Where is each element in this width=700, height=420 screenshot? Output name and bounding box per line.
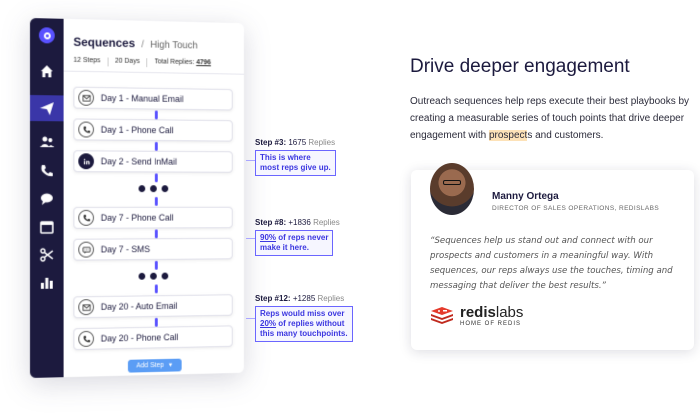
testimonial-title: DIRECTOR OF SALES OPERATIONS, REDISLABS [492, 205, 660, 212]
step-card[interactable]: Day 7 - SMS [73, 237, 233, 261]
callout-step-3: Step #3: 1675 Replies This is where most… [255, 138, 336, 176]
scissors-icon[interactable] [30, 242, 64, 268]
step-card[interactable]: Day 20 - Auto Email [73, 294, 233, 319]
sms-icon [78, 241, 94, 258]
step-connector [154, 173, 158, 183]
add-step-button[interactable]: Add Step ▼ [127, 358, 182, 373]
redislabs-logo: redislabs HOME OF REDIS [430, 305, 523, 327]
days-count: 20 Days [114, 57, 140, 66]
step-card[interactable]: Day 2 - Send InMail [73, 150, 233, 173]
sequence-panel: Sequences / High Touch 12 Steps 20 Days … [63, 18, 244, 378]
phone-icon [78, 330, 94, 348]
calendar-icon[interactable] [30, 214, 64, 240]
callout-message: Reps would miss over 20% of replies with… [255, 306, 353, 342]
phone-icon [78, 209, 94, 226]
home-icon[interactable] [30, 58, 64, 85]
send-icon[interactable] [30, 95, 64, 122]
step-connector [154, 197, 158, 206]
avatar [430, 163, 474, 215]
step-connector [154, 317, 158, 327]
step-label: Day 1 - Phone Call [100, 124, 174, 136]
step-card[interactable]: Day 20 - Phone Call [73, 325, 233, 351]
sidebar-rail [30, 18, 64, 378]
redis-cube-icon [431, 307, 453, 324]
callout-step-12: Step #12: +1285 Replies Reps would miss … [255, 294, 353, 342]
testimonial-name: Manny Ortega [492, 191, 559, 202]
callout-heading: Step #3: 1675 Replies [255, 138, 336, 147]
chat-icon[interactable] [30, 186, 64, 212]
step-card[interactable]: Day 1 - Phone Call [73, 118, 233, 142]
total-replies: Total Replies: 4796 [154, 58, 211, 67]
step-label: Day 20 - Auto Email [100, 300, 178, 312]
step-label: Day 7 - SMS [100, 244, 151, 255]
callout-heading: Step #8: +1836 Replies [255, 218, 340, 227]
step-connector [154, 229, 158, 239]
highlighted-word: prospect [488, 130, 528, 141]
callout-message: This is where most reps give up. [255, 150, 336, 176]
more-steps-ellipsis[interactable] [138, 272, 169, 280]
callout-step-8: Step #8: +1836 Replies 90% of reps never… [255, 218, 340, 256]
phone-icon[interactable] [30, 158, 64, 184]
step-card[interactable]: Day 1 - Manual Email [73, 86, 233, 111]
step-connector [154, 110, 158, 120]
step-label: Day 1 - Manual Email [100, 93, 184, 105]
breadcrumb: Sequences / High Touch [73, 34, 198, 52]
step-label: Day 2 - Send InMail [100, 156, 177, 167]
step-card[interactable]: Day 7 - Phone Call [73, 206, 233, 229]
email-icon [78, 89, 94, 106]
step-connector [154, 141, 158, 151]
email-icon [78, 299, 94, 316]
section-description: Outreach sequences help reps execute the… [410, 96, 690, 141]
step-connector [154, 260, 158, 270]
outreach-logo-icon [38, 27, 55, 44]
phone-icon [78, 121, 94, 138]
step-connector [154, 284, 158, 294]
bar-chart-icon[interactable] [30, 270, 64, 296]
step-label: Day 20 - Phone Call [100, 332, 179, 344]
divider [63, 70, 244, 75]
steps-count: 12 Steps [73, 56, 101, 65]
page-title[interactable]: Sequences [73, 35, 135, 50]
callout-heading: Step #12: +1285 Replies [255, 294, 345, 303]
step-label: Day 7 - Phone Call [100, 212, 174, 223]
testimonial-quote: “Sequences help us stand out and connect… [430, 236, 673, 291]
linkedin-icon [78, 153, 94, 170]
testimonial-card: Manny Ortega DIRECTOR OF SALES OPERATION… [411, 163, 694, 350]
more-steps-ellipsis[interactable] [138, 185, 169, 193]
users-icon[interactable] [30, 129, 64, 155]
sequence-app-mockup: Sequences / High Touch 12 Steps 20 Days … [30, 18, 244, 378]
section-heading: Drive deeper engagement [410, 56, 630, 77]
sequence-stats: 12 Steps 20 Days Total Replies: 4796 [73, 57, 211, 68]
sequence-name: High Touch [150, 39, 198, 52]
chevron-down-icon: ▼ [167, 362, 174, 369]
callout-message: 90% of reps never make it here. [255, 230, 334, 256]
